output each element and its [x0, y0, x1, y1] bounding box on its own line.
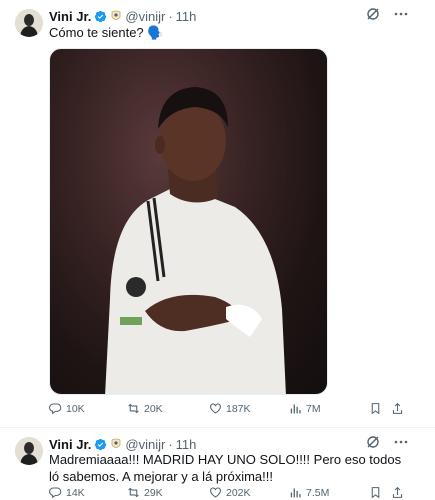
like-count: 202K: [226, 486, 251, 499]
bookmark-icon: [371, 487, 380, 499]
more-icon[interactable]: [393, 434, 409, 450]
views-icon: [290, 488, 301, 498]
tweet-photo[interactable]: [49, 48, 328, 395]
more-icon[interactable]: [393, 6, 409, 22]
separator: ·: [168, 8, 173, 24]
share-button[interactable]: [391, 402, 404, 415]
author-handle[interactable]: @vinijr: [125, 437, 165, 452]
grok-icon[interactable]: [365, 434, 381, 450]
bookmark-icon: [371, 403, 380, 415]
club-crest-icon: [111, 438, 121, 450]
tweet-top-actions: [365, 434, 409, 450]
like-button[interactable]: 202K: [209, 486, 251, 499]
reply-icon: [49, 403, 62, 415]
repost-button[interactable]: 29K: [127, 486, 163, 499]
grok-icon[interactable]: [365, 6, 381, 22]
reply-button[interactable]: 10K: [49, 402, 85, 415]
author-name[interactable]: Vini Jr.: [49, 437, 91, 452]
verified-badge-icon: [94, 438, 107, 451]
repost-button[interactable]: 20K: [127, 402, 163, 415]
timestamp[interactable]: 11h: [176, 9, 197, 24]
share-icon: [392, 486, 403, 498]
bookmark-button[interactable]: [369, 402, 382, 415]
tweet-text: Cómo te siente? 🗣️: [49, 25, 164, 40]
bookmark-button[interactable]: [369, 486, 382, 499]
like-icon: [210, 403, 221, 414]
repost-icon: [128, 403, 139, 414]
view-count: 7.5M: [306, 486, 330, 499]
reply-count: 10K: [66, 402, 85, 415]
share-icon: [392, 402, 403, 414]
views-button[interactable]: 7M: [289, 402, 321, 415]
like-count: 187K: [226, 402, 251, 415]
tweet-actions: 14K 29K 202K 7.5M: [49, 486, 409, 500]
tweet-header: Vini Jr. @vinijr · 11h: [49, 436, 196, 452]
tweet-actions: 10K 20K 187K 7M: [49, 402, 409, 418]
author-handle[interactable]: @vinijr: [125, 9, 165, 24]
views-icon: [290, 404, 301, 414]
tweet[interactable]: Vini Jr. @vinijr · 11h Cómo te siente? 🗣…: [0, 0, 435, 428]
reply-button[interactable]: 14K: [49, 486, 85, 499]
reply-count: 14K: [66, 486, 85, 499]
reply-icon: [49, 487, 62, 499]
repost-count: 20K: [144, 402, 163, 415]
tweet-header: Vini Jr. @vinijr · 11h: [49, 8, 196, 24]
view-count: 7M: [306, 402, 321, 415]
avatar[interactable]: [15, 437, 43, 465]
tweet[interactable]: Vini Jr. @vinijr · 11h Madremiaaaa!!! MA…: [0, 428, 435, 500]
author-name[interactable]: Vini Jr.: [49, 9, 91, 24]
like-icon: [210, 487, 221, 498]
views-button[interactable]: 7.5M: [289, 486, 329, 499]
share-button[interactable]: [391, 486, 404, 499]
repost-icon: [128, 487, 139, 498]
club-crest-icon: [111, 10, 121, 22]
tweet-text: Madremiaaaa!!! MADRID HAY UNO SOLO!!!! P…: [49, 452, 402, 484]
like-button[interactable]: 187K: [209, 402, 251, 415]
separator: ·: [168, 436, 173, 452]
tweet-top-actions: [365, 6, 409, 22]
repost-count: 29K: [144, 486, 163, 499]
verified-badge-icon: [94, 10, 107, 23]
avatar[interactable]: [15, 9, 43, 37]
timestamp[interactable]: 11h: [176, 437, 197, 452]
